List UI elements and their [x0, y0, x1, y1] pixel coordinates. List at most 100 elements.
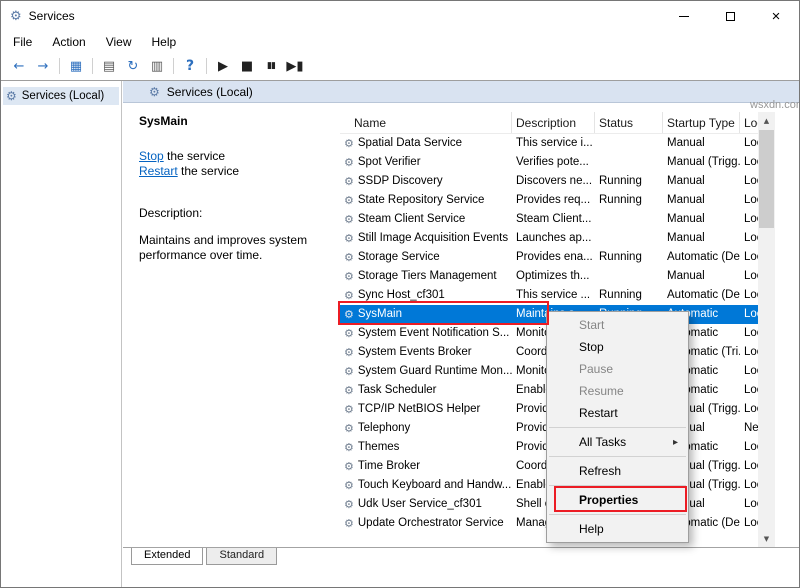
menu-item-label: Resume: [579, 384, 624, 398]
service-desc: This service i...: [512, 134, 595, 153]
export-list-icon[interactable]: ▥: [146, 56, 168, 76]
service-status: Running: [595, 248, 663, 267]
service-log: Loc...: [740, 210, 758, 229]
main-header-title: Services (Local): [167, 85, 253, 99]
toolbar-separator: [92, 58, 93, 74]
service-log: Loc...: [740, 514, 758, 533]
service-status: [595, 267, 663, 286]
tree-item-label: Services (Local): [22, 90, 104, 102]
service-log: Loc...: [740, 343, 758, 362]
service-log: Loc...: [740, 305, 758, 324]
stop-service-icon[interactable]: ■: [236, 56, 258, 76]
menu-item-label: Stop: [579, 340, 604, 354]
service-startup: Automatic (De...: [663, 248, 740, 267]
highlight-box-sysmain: [338, 301, 549, 325]
service-log: Loc...: [740, 267, 758, 286]
tree-item-services-local[interactable]: ⚙ Services (Local): [3, 87, 119, 105]
menu-view[interactable]: View: [96, 33, 142, 51]
stop-service-link[interactable]: Stop: [139, 149, 164, 163]
column-header-name[interactable]: Name: [340, 112, 512, 133]
view-tabs: ExtendedStandard: [123, 547, 799, 567]
restart-service-icon[interactable]: ▶▮: [284, 56, 306, 76]
service-row[interactable]: ⚙State Repository ServiceProvides req...…: [340, 191, 758, 210]
menu-help[interactable]: Help: [142, 33, 187, 51]
service-row[interactable]: ⚙Steam Client ServiceSteam Client...Manu…: [340, 210, 758, 229]
scrollbar-thumb[interactable]: [759, 130, 774, 228]
close-icon: ×: [772, 9, 781, 24]
submenu-arrow-icon: ▸: [673, 437, 678, 448]
service-startup: Manual (Trigg...: [663, 153, 740, 172]
scroll-up-icon[interactable]: ▲: [758, 112, 775, 129]
back-icon[interactable]: ←: [8, 56, 30, 76]
tab-standard[interactable]: Standard: [206, 548, 277, 565]
service-log: Loc...: [740, 229, 758, 248]
services-window: ⚙ Services × FileActionViewHelp ←→▦▤↻▥?▶…: [0, 0, 800, 588]
service-name: TCP/IP NetBIOS Helper: [358, 400, 481, 419]
scroll-down-icon[interactable]: ▼: [758, 530, 775, 547]
service-gear-icon: ⚙: [344, 229, 354, 248]
service-name: Spot Verifier: [358, 153, 421, 172]
service-row[interactable]: ⚙SSDP DiscoveryDiscovers ne...RunningMan…: [340, 172, 758, 191]
column-header-desc[interactable]: Description: [512, 112, 595, 133]
context-menu-all-tasks[interactable]: All Tasks ▸: [547, 431, 688, 453]
service-status: Running: [595, 172, 663, 191]
menu-item-label: All Tasks: [579, 435, 626, 449]
table-header: NameDescriptionStatusStartup TypeLog...: [340, 112, 758, 134]
service-row[interactable]: ⚙Still Image Acquisition EventsLaunches …: [340, 229, 758, 248]
close-button[interactable]: ×: [753, 1, 799, 31]
service-row[interactable]: ⚙Storage ServiceProvides ena...RunningAu…: [340, 248, 758, 267]
maximize-button[interactable]: [707, 1, 753, 31]
services-app-icon: ⚙: [10, 9, 22, 24]
service-gear-icon: ⚙: [344, 210, 354, 229]
toolbar: ←→ ▦ ▤↻▥? ▶■▮▮▶▮: [1, 52, 799, 80]
menu-action[interactable]: Action: [42, 33, 95, 51]
service-gear-icon: ⚙: [344, 400, 354, 419]
service-startup: Manual: [663, 267, 740, 286]
window-controls: ×: [661, 1, 799, 31]
context-menu-start[interactable]: Start: [547, 314, 688, 336]
context-menu-refresh[interactable]: Refresh: [547, 460, 688, 482]
tab-extended[interactable]: Extended: [131, 548, 203, 565]
menu-file[interactable]: File: [3, 33, 42, 51]
pause-service-icon[interactable]: ▮▮: [260, 56, 282, 76]
show-console-tree-icon[interactable]: ▦: [65, 56, 87, 76]
service-name: Steam Client Service: [358, 210, 465, 229]
service-gear-icon: ⚙: [344, 495, 354, 514]
service-row[interactable]: ⚙Spot VerifierVerifies pote...Manual (Tr…: [340, 153, 758, 172]
service-name: Time Broker: [358, 457, 420, 476]
service-action-links: Stop the service Restart the service: [139, 149, 340, 179]
minimize-button[interactable]: [661, 1, 707, 31]
start-service-icon[interactable]: ▶: [212, 56, 234, 76]
context-menu-stop[interactable]: Stop: [547, 336, 688, 358]
column-header-startup[interactable]: Startup Type: [663, 112, 740, 133]
window-title: Services: [29, 9, 75, 23]
restart-service-link[interactable]: Restart: [139, 164, 178, 178]
forward-icon[interactable]: →: [32, 56, 54, 76]
context-menu-help[interactable]: Help: [547, 518, 688, 540]
menubar: FileActionViewHelp: [1, 31, 799, 52]
menu-item-label: Refresh: [579, 464, 621, 478]
service-log: Loc...: [740, 438, 758, 457]
service-status: [595, 229, 663, 248]
column-header-log[interactable]: Log...: [740, 112, 758, 133]
toolbar-separator: [206, 58, 207, 74]
highlight-box-properties: [554, 486, 687, 512]
service-name: State Repository Service: [358, 191, 485, 210]
help-icon[interactable]: ?: [179, 56, 201, 76]
service-name: Spatial Data Service: [358, 134, 462, 153]
service-row[interactable]: ⚙Spatial Data ServiceThis service i...Ma…: [340, 134, 758, 153]
info-panel: SysMain Stop the service Restart the ser…: [123, 103, 340, 545]
service-log: Loc...: [740, 324, 758, 343]
service-log: Loc...: [740, 191, 758, 210]
minimize-icon: [679, 16, 689, 17]
service-name: Themes: [358, 438, 400, 457]
context-menu-resume[interactable]: Resume: [547, 380, 688, 402]
context-menu-restart[interactable]: Restart: [547, 402, 688, 424]
service-log: Ne...: [740, 419, 758, 438]
column-header-status[interactable]: Status: [595, 112, 663, 133]
context-menu-pause[interactable]: Pause: [547, 358, 688, 380]
service-row[interactable]: ⚙Storage Tiers ManagementOptimizes th...…: [340, 267, 758, 286]
vertical-scrollbar[interactable]: ▲ ▼: [758, 112, 775, 547]
refresh-icon[interactable]: ↻: [122, 56, 144, 76]
properties-icon[interactable]: ▤: [98, 56, 120, 76]
